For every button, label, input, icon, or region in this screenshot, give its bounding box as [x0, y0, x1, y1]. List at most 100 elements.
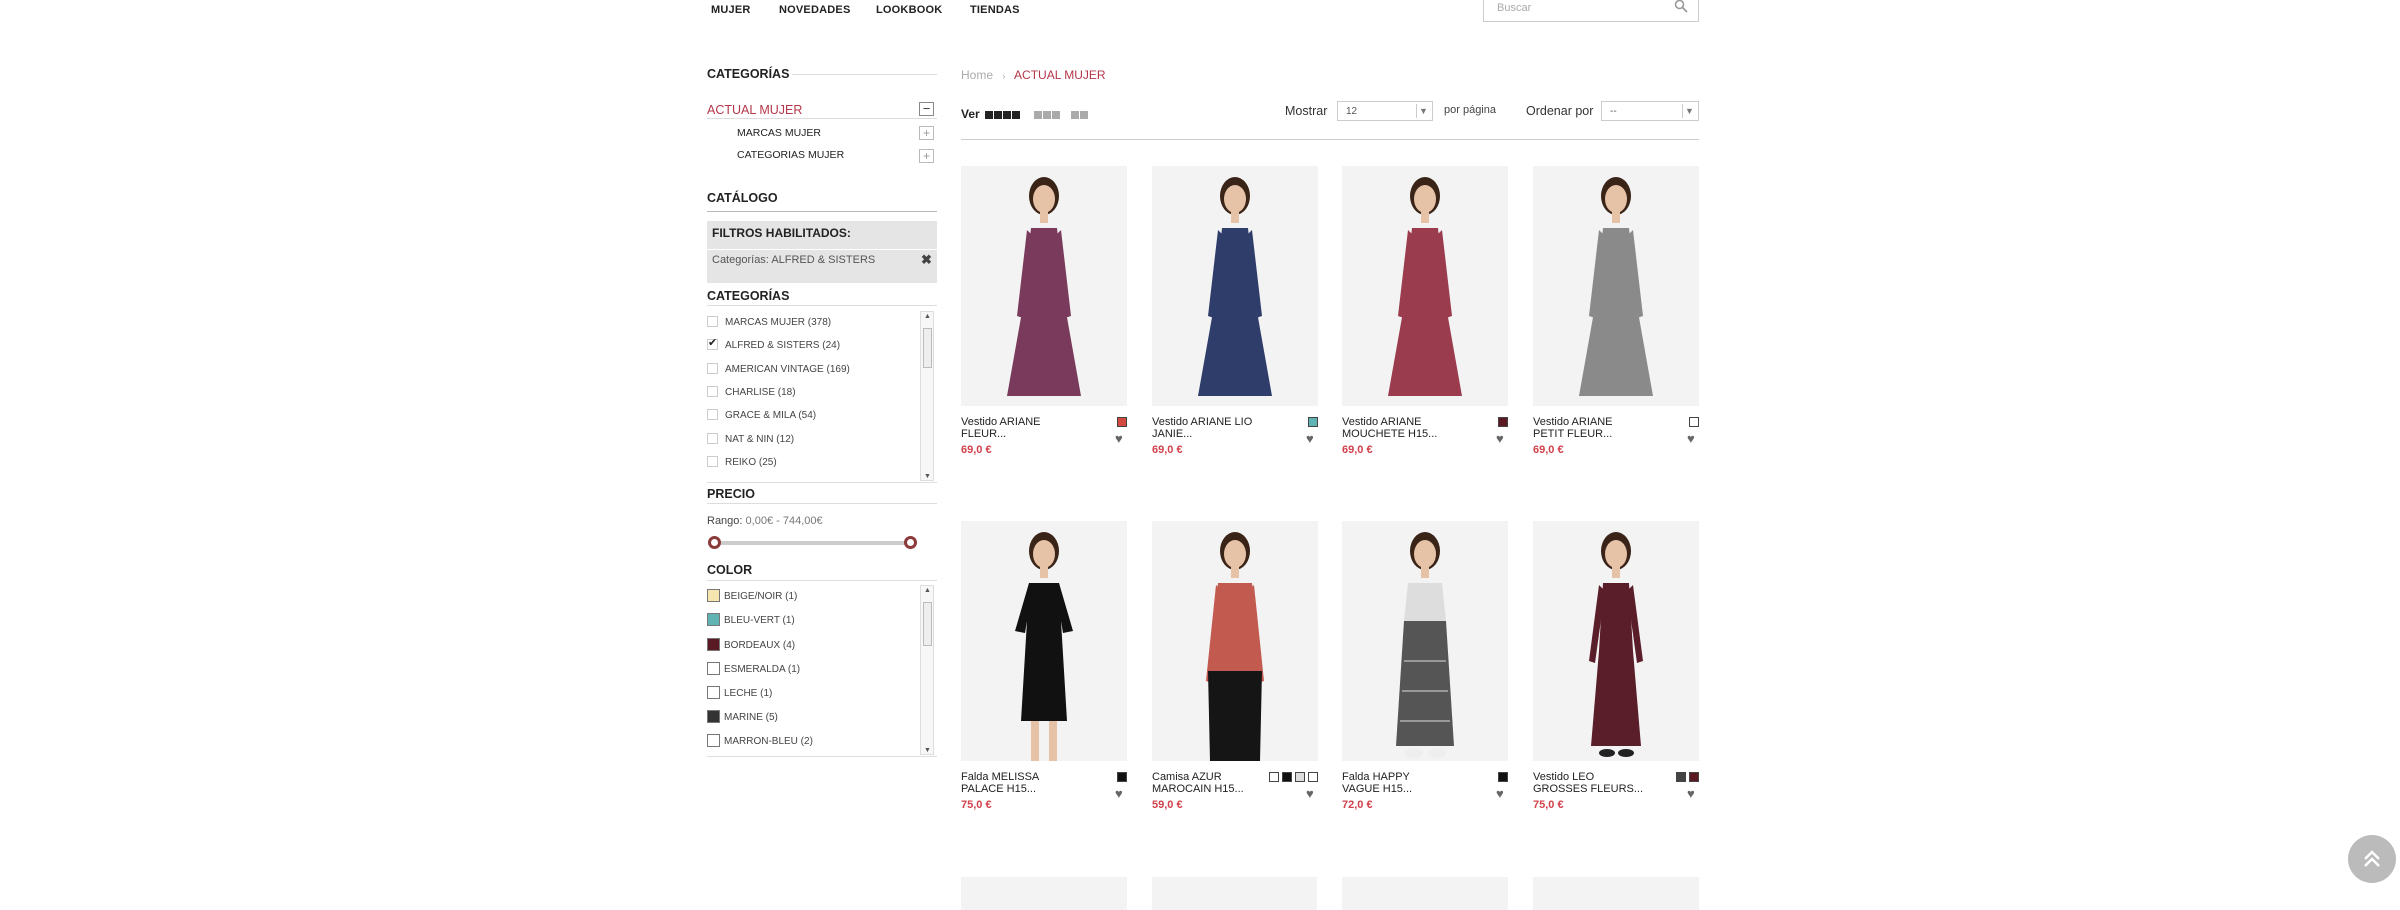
- scroll-up-icon[interactable]: ▲: [924, 587, 931, 594]
- nav-tiendas[interactable]: TIENDAS: [970, 4, 1020, 16]
- heart-icon[interactable]: ♥: [1115, 432, 1123, 445]
- heart-icon[interactable]: ♥: [1687, 432, 1695, 445]
- color-swatch[interactable]: [1117, 417, 1127, 427]
- sort-select[interactable]: -- ▼: [1601, 101, 1699, 121]
- checkbox[interactable]: [707, 409, 718, 420]
- color-swatch[interactable]: [707, 589, 720, 602]
- color-filter-option[interactable]: MARRON-BLEU (2): [707, 734, 813, 753]
- checkbox[interactable]: [707, 336, 718, 350]
- product-name[interactable]: Vestido LEO: [1533, 771, 1594, 783]
- view-2-columns-icon[interactable]: [1071, 110, 1089, 122]
- heart-icon[interactable]: ♥: [1115, 787, 1123, 800]
- color-swatch[interactable]: [1689, 772, 1699, 782]
- category-filter-option[interactable]: ALFRED & SISTERS (24): [707, 336, 840, 358]
- price-slider-max-handle[interactable]: [904, 536, 917, 549]
- price-slider-track[interactable]: [714, 541, 910, 545]
- color-swatch[interactable]: [707, 686, 720, 699]
- product-name-continued[interactable]: JANIE...: [1152, 428, 1192, 440]
- product-image[interactable]: [1342, 521, 1508, 761]
- color-swatch[interactable]: [707, 662, 720, 675]
- product-image[interactable]: [1533, 877, 1699, 910]
- scroll-thumb[interactable]: [923, 602, 932, 646]
- product-image[interactable]: [961, 877, 1127, 910]
- scroll-down-icon[interactable]: ▼: [924, 473, 931, 480]
- heart-icon[interactable]: ♥: [1496, 787, 1504, 800]
- category-filter-option[interactable]: REIKO (25): [707, 456, 777, 475]
- scroll-down-icon[interactable]: ▼: [924, 747, 931, 754]
- color-swatch[interactable]: [1117, 772, 1127, 782]
- product-name[interactable]: Vestido ARIANE: [1533, 416, 1613, 428]
- color-filter-option[interactable]: LECHE (1): [707, 686, 772, 705]
- current-category-link[interactable]: ACTUAL MUJER: [707, 103, 802, 117]
- product-name[interactable]: Camisa AZUR: [1152, 771, 1222, 783]
- heart-icon[interactable]: ♥: [1687, 787, 1695, 800]
- checkbox[interactable]: [707, 316, 718, 327]
- color-swatch[interactable]: [1689, 417, 1699, 427]
- per-page-select[interactable]: 12 ▼: [1337, 101, 1433, 121]
- view-3-columns-icon[interactable]: [1034, 110, 1061, 122]
- color-swatch[interactable]: [1295, 772, 1305, 782]
- product-name[interactable]: Vestido ARIANE: [1342, 416, 1422, 428]
- checkbox[interactable]: [707, 386, 718, 397]
- color-filter-option[interactable]: BLEU-VERT (1): [707, 613, 795, 632]
- color-filter-option[interactable]: BORDEAUX (4): [707, 638, 795, 657]
- product-name[interactable]: Falda MELISSA: [961, 771, 1039, 783]
- color-swatch[interactable]: [707, 710, 720, 723]
- category-filter-option[interactable]: AMERICAN VINTAGE (169): [707, 363, 850, 382]
- product-name-continued[interactable]: GROSSES FLEURS...: [1533, 783, 1643, 795]
- color-swatch[interactable]: [1269, 772, 1279, 782]
- color-swatch[interactable]: [1308, 772, 1318, 782]
- product-name-continued[interactable]: MAROCAIN H15...: [1152, 783, 1244, 795]
- product-image[interactable]: [961, 166, 1127, 406]
- close-icon[interactable]: ✖: [921, 252, 932, 268]
- product-name-continued[interactable]: PALACE H15...: [961, 783, 1036, 795]
- product-image[interactable]: [1342, 877, 1508, 910]
- product-image[interactable]: [1533, 521, 1699, 761]
- checkbox[interactable]: [707, 456, 718, 467]
- product-name[interactable]: Falda HAPPY: [1342, 771, 1410, 783]
- color-scrollbar[interactable]: ▲ ▼: [920, 585, 934, 755]
- category-filter-option[interactable]: CHARLISE (18): [707, 386, 796, 405]
- color-swatch[interactable]: [1498, 772, 1508, 782]
- double-chevron-up-icon[interactable]: [2348, 835, 2396, 883]
- product-name[interactable]: Vestido ARIANE: [961, 416, 1041, 428]
- expand-toggle[interactable]: +: [919, 149, 934, 163]
- product-name[interactable]: Vestido ARIANE LIO: [1152, 416, 1252, 428]
- view-4-columns-icon[interactable]: [985, 110, 1021, 122]
- expand-toggle[interactable]: +: [919, 126, 934, 140]
- color-swatch[interactable]: [1498, 417, 1508, 427]
- subcategory-marcas-mujer[interactable]: MARCAS MUJER: [737, 127, 821, 139]
- search-input[interactable]: Buscar: [1483, 0, 1699, 22]
- product-name-continued[interactable]: PETIT FLEUR...: [1533, 428, 1612, 440]
- color-swatch[interactable]: [1282, 772, 1292, 782]
- category-filter-option[interactable]: MARCAS MUJER (378): [707, 316, 831, 335]
- nav-lookbook[interactable]: LOOKBOOK: [876, 4, 942, 16]
- nav-novedades[interactable]: NOVEDADES: [779, 4, 850, 16]
- color-swatch[interactable]: [707, 734, 720, 747]
- product-name-continued[interactable]: MOUCHETE H15...: [1342, 428, 1437, 440]
- product-image[interactable]: [1342, 166, 1508, 406]
- category-filter-option[interactable]: GRACE & MILA (54): [707, 409, 816, 428]
- color-filter-option[interactable]: ESMERALDA (1): [707, 662, 800, 681]
- scroll-up-icon[interactable]: ▲: [924, 313, 931, 320]
- color-filter-option[interactable]: MARINE (5): [707, 710, 778, 729]
- subcategory-categorias-mujer[interactable]: CATEGORIAS MUJER: [737, 149, 844, 161]
- color-swatch[interactable]: [707, 638, 720, 651]
- nav-mujer[interactable]: MUJER: [711, 4, 751, 16]
- product-image[interactable]: [1152, 521, 1318, 761]
- color-swatch[interactable]: [1676, 772, 1686, 782]
- checkbox[interactable]: [707, 433, 718, 444]
- category-scrollbar[interactable]: ▲ ▼: [920, 311, 934, 481]
- heart-icon[interactable]: ♥: [1306, 432, 1314, 445]
- heart-icon[interactable]: ♥: [1496, 432, 1504, 445]
- product-name-continued[interactable]: FLEUR...: [961, 428, 1006, 440]
- heart-icon[interactable]: ♥: [1306, 787, 1314, 800]
- search-icon[interactable]: [1674, 0, 1688, 13]
- product-image[interactable]: [1533, 166, 1699, 406]
- product-name-continued[interactable]: VAGUE H15...: [1342, 783, 1412, 795]
- breadcrumb-home[interactable]: Home: [961, 68, 993, 82]
- color-swatch[interactable]: [1308, 417, 1318, 427]
- checkbox[interactable]: [707, 363, 718, 374]
- scroll-thumb[interactable]: [923, 328, 932, 368]
- price-slider-min-handle[interactable]: [708, 536, 721, 549]
